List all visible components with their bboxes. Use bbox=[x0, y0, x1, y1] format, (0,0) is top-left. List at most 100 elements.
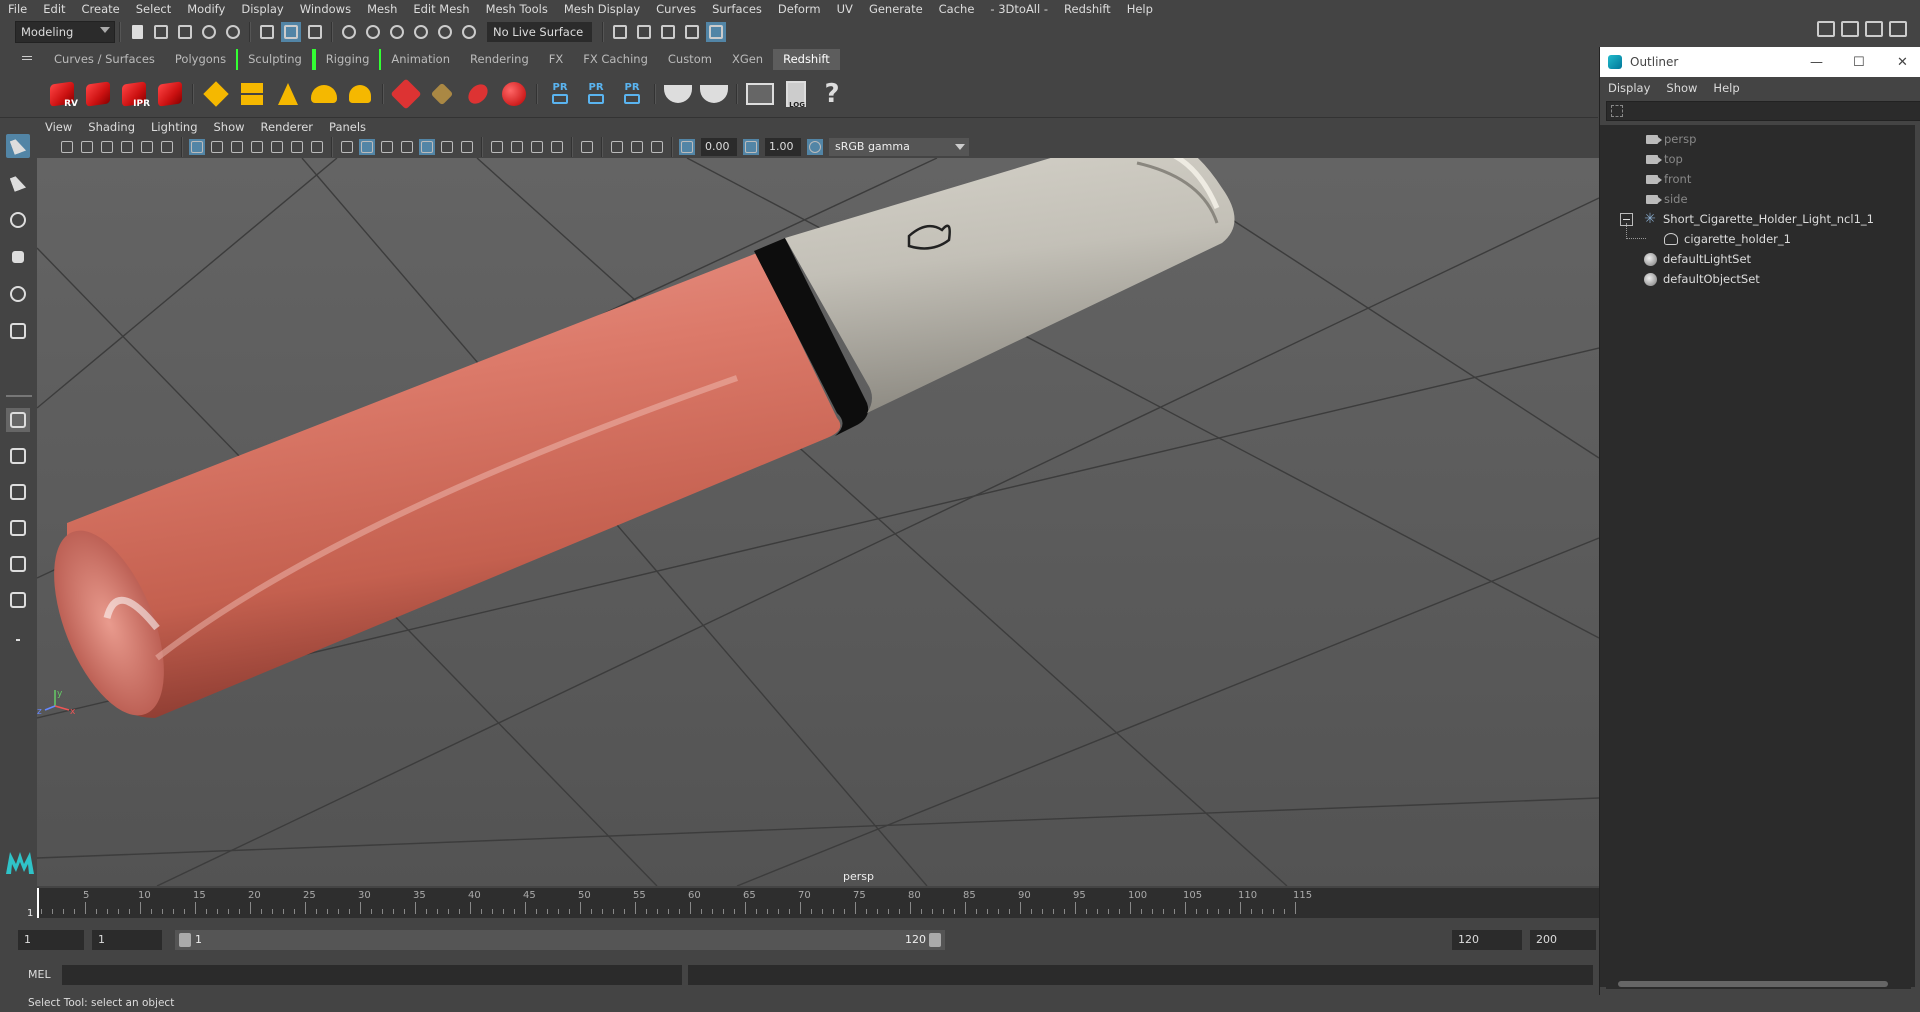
backface-culling-icon[interactable] bbox=[649, 139, 665, 155]
tab-xgen[interactable]: XGen bbox=[722, 49, 773, 70]
grid-toggle-icon[interactable] bbox=[189, 138, 205, 155]
close-button[interactable]: ✕ bbox=[1897, 55, 1908, 70]
lasso-tool[interactable] bbox=[6, 171, 30, 195]
depth-of-field-icon[interactable] bbox=[549, 139, 565, 155]
tab-redshift[interactable]: Redshift bbox=[773, 49, 840, 70]
bake-button[interactable] bbox=[661, 77, 695, 111]
menu-surfaces[interactable]: Surfaces bbox=[704, 2, 770, 16]
shadows-icon[interactable] bbox=[459, 139, 475, 155]
vp-menu-renderer[interactable]: Renderer bbox=[253, 120, 322, 134]
menu-generate[interactable]: Generate bbox=[861, 2, 931, 16]
vp-menu-view[interactable]: View bbox=[37, 120, 80, 134]
mel-label[interactable]: MEL bbox=[28, 968, 51, 981]
menu-modify[interactable]: Modify bbox=[179, 2, 233, 16]
color-management-icon[interactable] bbox=[807, 138, 823, 155]
volume-button[interactable] bbox=[425, 77, 459, 111]
four-view-layout[interactable] bbox=[6, 444, 30, 468]
render-view-button[interactable]: RV bbox=[45, 77, 79, 111]
textured-icon[interactable] bbox=[419, 138, 435, 155]
render-frame-icon[interactable] bbox=[634, 22, 654, 42]
hypershade-icon[interactable] bbox=[706, 22, 726, 42]
tab-curves-surfaces[interactable]: Curves / Surfaces bbox=[44, 49, 165, 70]
menu-3dtoall[interactable]: - 3DtoAll - bbox=[982, 2, 1056, 16]
minimize-button[interactable]: — bbox=[1810, 55, 1823, 70]
scene-start-field[interactable]: 1 bbox=[18, 930, 84, 950]
paint-select-tool[interactable] bbox=[6, 208, 30, 232]
screen-space-ao-icon[interactable] bbox=[489, 139, 505, 155]
channel-box-icon[interactable] bbox=[1889, 21, 1907, 37]
bookmark-icon[interactable] bbox=[99, 139, 115, 155]
resolution-gate-icon[interactable] bbox=[229, 139, 245, 155]
move-tool[interactable] bbox=[6, 245, 30, 269]
2d-pan-icon[interactable] bbox=[159, 139, 175, 155]
dome-light-button[interactable] bbox=[307, 77, 341, 111]
snap-view-plane-icon[interactable] bbox=[411, 22, 431, 42]
select-tool[interactable] bbox=[6, 134, 30, 158]
smooth-shade-icon[interactable] bbox=[359, 138, 375, 155]
gate-mask-icon[interactable] bbox=[249, 139, 265, 155]
snap-curve-icon[interactable] bbox=[363, 22, 383, 42]
menu-windows[interactable]: Windows bbox=[292, 2, 359, 16]
menu-file[interactable]: File bbox=[0, 2, 35, 16]
exposure-field[interactable]: 0.00 bbox=[701, 137, 737, 156]
mode-selector[interactable]: Modeling bbox=[15, 21, 115, 43]
redo-icon[interactable] bbox=[223, 22, 243, 42]
safe-action-icon[interactable] bbox=[289, 139, 305, 155]
grease-pencil-icon[interactable] bbox=[139, 139, 155, 155]
persp-outliner-layout[interactable] bbox=[6, 480, 30, 504]
live-surface-field[interactable]: No Live Surface bbox=[487, 22, 592, 42]
scrollbar-thumb[interactable] bbox=[1618, 981, 1888, 987]
camera-select-icon[interactable] bbox=[59, 139, 75, 155]
playback-end-field[interactable]: 120 bbox=[1452, 930, 1522, 950]
isolate-select-icon[interactable] bbox=[579, 139, 595, 155]
outliner-search-input[interactable] bbox=[1606, 101, 1920, 121]
motion-blur-icon[interactable] bbox=[509, 139, 525, 155]
menu-edit-mesh[interactable]: Edit Mesh bbox=[405, 2, 477, 16]
gamma-icon[interactable] bbox=[743, 138, 759, 155]
image-plane-icon[interactable] bbox=[119, 139, 135, 155]
menu-help[interactable]: Help bbox=[1119, 2, 1161, 16]
ies-light-button[interactable] bbox=[271, 77, 305, 111]
modeling-toolkit-icon[interactable] bbox=[1817, 21, 1835, 37]
playback-start-field[interactable]: 1 bbox=[92, 930, 162, 950]
open-scene-icon[interactable] bbox=[151, 22, 171, 42]
snap-grid-icon[interactable] bbox=[339, 22, 359, 42]
render-history-icon[interactable] bbox=[610, 22, 630, 42]
proxy-button[interactable] bbox=[389, 77, 423, 111]
menu-uv[interactable]: UV bbox=[829, 2, 861, 16]
more-layouts-button[interactable] bbox=[6, 628, 30, 652]
outliner-item-default-light-set[interactable]: defaultLightSet bbox=[1600, 249, 1915, 269]
tab-sculpting[interactable]: Sculpting bbox=[236, 49, 314, 70]
tab-polygons[interactable]: Polygons bbox=[165, 49, 236, 70]
view-transform-dropdown[interactable]: sRGB gamma bbox=[829, 137, 969, 156]
shelf-menu-icon[interactable] bbox=[22, 56, 32, 57]
make-live-icon[interactable] bbox=[435, 22, 455, 42]
tab-animation[interactable]: Animation bbox=[381, 49, 460, 70]
persp-uv-layout[interactable] bbox=[6, 588, 30, 612]
safe-title-icon[interactable] bbox=[309, 139, 325, 155]
log-button[interactable]: LOG bbox=[779, 77, 813, 111]
camera-lock-icon[interactable] bbox=[79, 139, 95, 155]
time-slider-track[interactable]: 5 10 15 20 25 30 35 40 45 50 55 60 65 70 75 80 85 90 95 100… bbox=[37, 888, 1599, 918]
menu-select[interactable]: Select bbox=[128, 2, 179, 16]
render-settings-icon[interactable] bbox=[682, 22, 702, 42]
field-chart-icon[interactable] bbox=[269, 139, 285, 155]
portal-light-button[interactable] bbox=[235, 77, 269, 111]
outliner-menu-display[interactable]: Display bbox=[1600, 81, 1658, 95]
scale-tool[interactable] bbox=[6, 319, 30, 343]
bake-options-button[interactable] bbox=[697, 77, 731, 111]
select-component-icon[interactable] bbox=[305, 22, 325, 42]
menu-deform[interactable]: Deform bbox=[770, 2, 829, 16]
menu-display[interactable]: Display bbox=[233, 2, 291, 16]
undo-icon[interactable] bbox=[199, 22, 219, 42]
vp-menu-shading[interactable]: Shading bbox=[80, 120, 143, 134]
use-lights-icon[interactable] bbox=[439, 139, 455, 155]
help-button[interactable]: ? bbox=[815, 77, 849, 111]
sun-sky-button[interactable] bbox=[343, 77, 377, 111]
menu-redshift[interactable]: Redshift bbox=[1056, 2, 1119, 16]
outliner-item-persp[interactable]: persp bbox=[1600, 129, 1915, 149]
range-start-handle[interactable] bbox=[179, 933, 191, 947]
menu-curves[interactable]: Curves bbox=[648, 2, 704, 16]
pr-button-2[interactable]: PR bbox=[579, 77, 613, 111]
tool-settings-icon[interactable] bbox=[1865, 21, 1883, 37]
